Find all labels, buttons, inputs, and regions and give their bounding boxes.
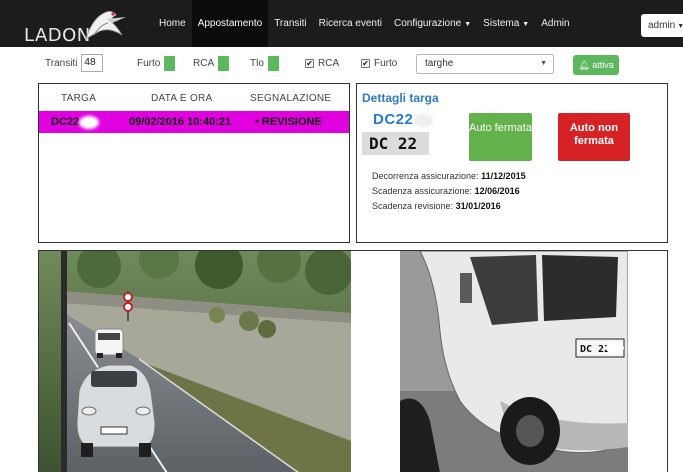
auto-non-fermata-button[interactable]: Auto non fermata [558, 113, 630, 161]
furto-label: Furto [137, 57, 161, 69]
camera-panel: DC 22 [38, 250, 668, 472]
nav-appostamento-label: Appostamento [197, 18, 263, 29]
details-title: Dettagli targa [362, 91, 439, 105]
nav-sistema[interactable]: Sistema ▼ [477, 0, 535, 47]
nav-configurazione-label: Configurazione [393, 18, 462, 29]
scadenza-assicurazione-label: Scadenza assicurazione: [372, 186, 473, 196]
bullet-icon: • [255, 116, 262, 128]
caret-down-icon: ▼ [522, 21, 530, 28]
rca-indicator: RCA [193, 53, 230, 73]
scadenza-assicurazione: Scadenza assicurazione: 12/06/2016 [372, 186, 520, 196]
nav-admin-label: Admin [541, 18, 570, 29]
attiva-button-label: attiva [592, 60, 614, 70]
nav-ricerca-eventi-label: Ricerca eventi [318, 18, 382, 29]
transits-table: TARGA DATA E ORA SEGNALAZIONE DC22 09/02… [38, 83, 350, 243]
caret-down-icon: ▼ [677, 23, 683, 30]
user-name: admin [648, 20, 676, 31]
plate-number: DC22 [373, 111, 414, 128]
nav-transiti[interactable]: Transiti [268, 0, 312, 47]
plate-crop-text: DC 22 [369, 134, 418, 153]
furto-indicator: Furto [137, 53, 176, 73]
plate-camera-image: DC 22 [400, 251, 628, 472]
nav-sistema-label: Sistema [483, 18, 520, 29]
rca-checkbox-group: ✔ RCA [305, 53, 339, 73]
furto-checkbox-label: Furto [374, 57, 398, 69]
redacted-plate-mask [81, 117, 98, 127]
transiti-label: Transiti [45, 57, 78, 69]
row-segnalazione: REVISIONE [261, 116, 322, 128]
nav-appostamento[interactable]: Appostamento [191, 0, 269, 47]
furto-checkbox-group: ✔ Furto [361, 53, 397, 73]
attiva-button[interactable]: 🔔︎ attiva [573, 55, 619, 75]
plate-crop-image: DC 22 [362, 132, 429, 155]
source-select-value: targhe [425, 58, 454, 69]
source-select[interactable]: targhe ▼ [416, 54, 554, 74]
row-targa: DC22 [51, 116, 80, 128]
row-segnalazione-cell: • REVISIONE [255, 116, 322, 128]
auto-fermata-label: Auto fermata [469, 122, 532, 134]
scadenza-revisione-value: 31/01/2016 [455, 201, 501, 211]
nav-home-label: Home [159, 18, 186, 29]
column-header-segnalazione: SEGNALAZIONE [250, 93, 332, 104]
transiti-filter: Transiti 48 [45, 53, 104, 73]
decorrenza-value: 11/12/2015 [481, 171, 526, 181]
nav-configurazione[interactable]: Configurazione ▼ [388, 0, 477, 47]
column-header-targa: TARGA [61, 93, 97, 104]
nav-transiti-label: Transiti [274, 18, 307, 29]
plate-number-cell: DC22 [373, 111, 432, 128]
scadenza-revisione: Scadenza revisione: 31/01/2016 [372, 201, 501, 211]
table-row[interactable]: DC22 09/02/2016 10:40:21 • REVISIONE [39, 111, 349, 133]
transiti-count-input[interactable]: 48 [81, 54, 104, 72]
caret-down-icon: ▼ [464, 21, 472, 28]
tlo-indicator: Tlo [250, 53, 279, 73]
scadenza-revisione-label: Scadenza revisione: [372, 201, 454, 211]
user-menu-button[interactable]: admin ▼ [641, 14, 683, 37]
rca-checkbox-label: RCA [318, 57, 340, 69]
auto-non-fermata-label: Auto non fermata [569, 122, 619, 147]
row-data-ora: 09/02/2016 10:40:21 [129, 116, 232, 128]
plate-details-panel: Dettagli targa DC22 DC 22 Auto fermata A… [356, 83, 668, 243]
ladon-logo[interactable]: LADON [24, 11, 134, 46]
rca-status-square[interactable] [218, 55, 230, 71]
furto-checkbox[interactable]: ✔ [361, 58, 370, 68]
decorrenza-label: Decorrenza assicurazione: [372, 171, 479, 181]
tlo-status-square[interactable] [267, 55, 279, 71]
tlo-label: Tlo [250, 57, 264, 69]
nav-home[interactable]: Home [153, 0, 192, 47]
nav-menu: Home Appostamento Transiti Ricerca event… [153, 0, 576, 47]
auto-fermata-button[interactable]: Auto fermata [469, 113, 532, 161]
context-camera-image [39, 251, 351, 472]
top-navbar: LADON Home Appostamento Transiti Ricerca… [0, 0, 683, 47]
rca-checkbox[interactable]: ✔ [305, 58, 314, 68]
rca-label: RCA [193, 57, 215, 69]
bird-logo-icon [85, 11, 126, 40]
row-targa-cell: DC22 [51, 116, 98, 128]
furto-status-square[interactable] [164, 55, 176, 71]
plate-crop-overlay-text: DC 22 [580, 344, 610, 355]
decorrenza-assicurazione: Decorrenza assicurazione: 11/12/2015 [372, 171, 526, 181]
chevron-down-icon: ▼ [540, 60, 547, 67]
column-header-data-ora: DATA E ORA [151, 93, 213, 104]
bell-icon: 🔔︎ [578, 60, 590, 70]
scadenza-assicurazione-value: 12/06/2016 [474, 186, 520, 196]
nav-admin[interactable]: Admin [535, 0, 575, 47]
nav-ricerca-eventi[interactable]: Ricerca eventi [313, 0, 388, 47]
logo-text: LADON [24, 25, 91, 46]
redacted-plate-mask [415, 115, 432, 125]
